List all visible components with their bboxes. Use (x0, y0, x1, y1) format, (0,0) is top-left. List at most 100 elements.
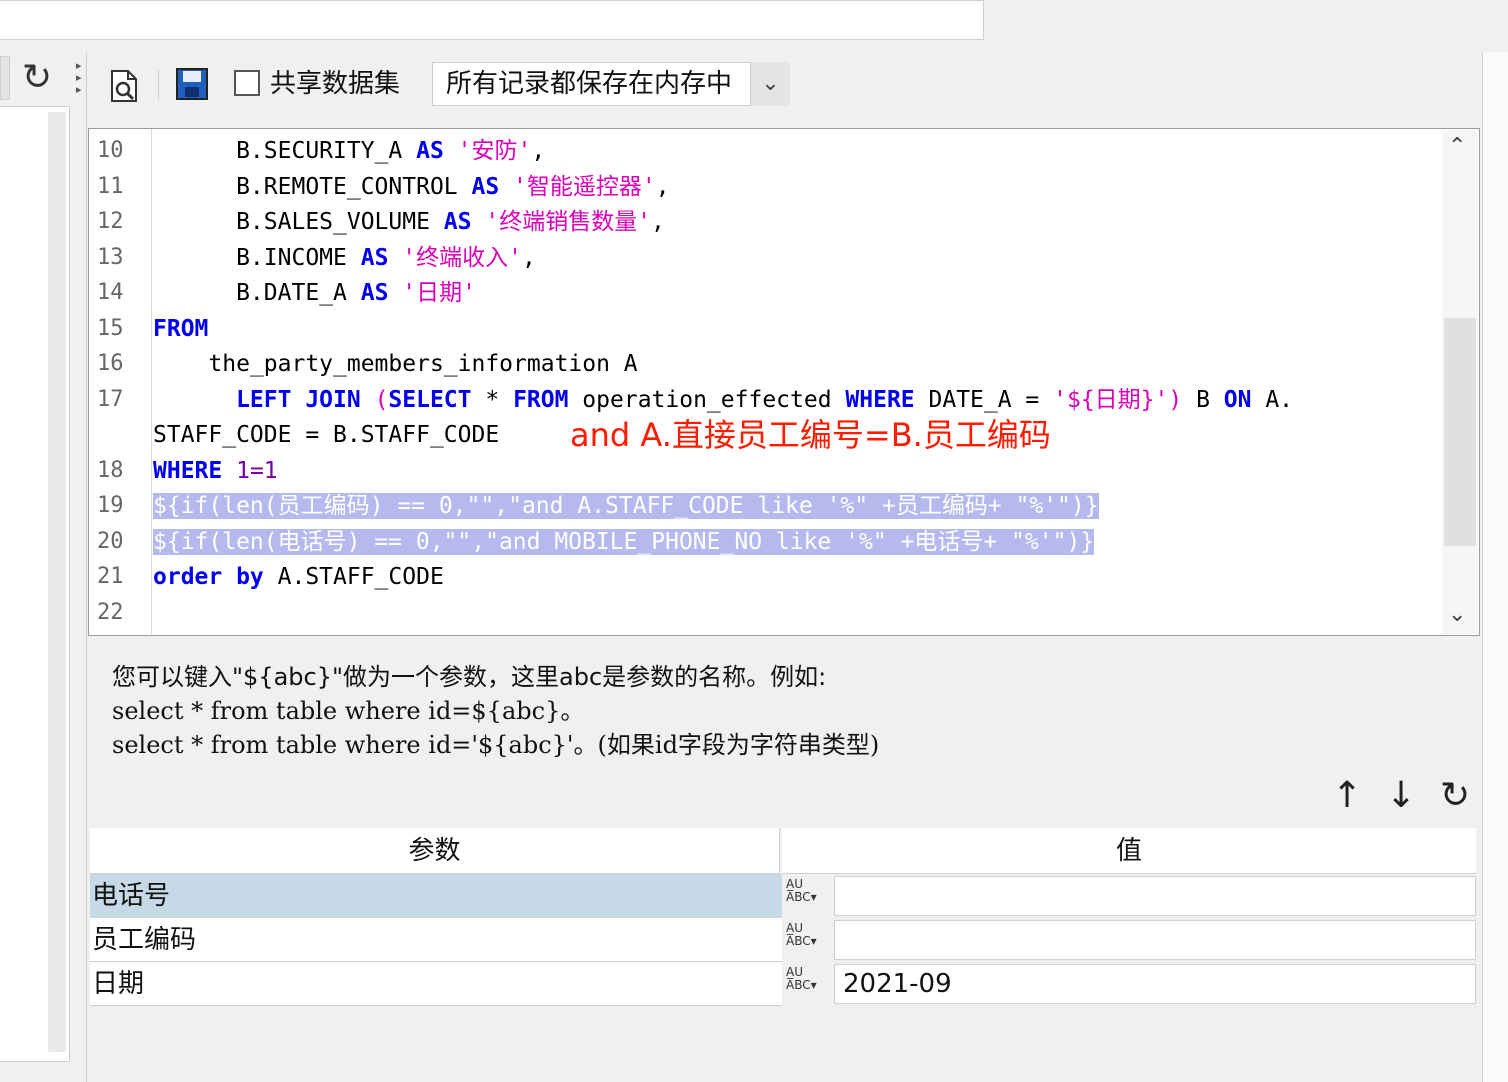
code-text: B (1182, 387, 1224, 413)
code-text: , (521, 245, 536, 271)
help-text-line: select * from table where id='${abc}'。(如… (112, 728, 879, 762)
code-line: STAFF_CODE = B.STAFF_CODE (153, 422, 500, 448)
code-string: '终端收入' (388, 245, 522, 271)
scroll-up-icon[interactable]: ⌃ (1448, 134, 1466, 159)
move-up-icon[interactable]: ↑ (1332, 776, 1362, 816)
type-icon-top: A̲U (786, 965, 803, 979)
type-selector-icon[interactable]: A̲U ABC▾ (784, 962, 832, 1006)
line-number: 14 (97, 280, 124, 305)
code-text: , (651, 209, 665, 235)
line-number: 17 (97, 387, 124, 412)
code-line: B.SALES_VOLUME AS '终端销售数量', (153, 204, 665, 240)
line-number: 18 (97, 458, 124, 483)
line-number: 22 (97, 600, 124, 625)
line-number: 20 (97, 529, 124, 554)
sql-editor[interactable]: 10 11 12 13 14 15 16 17 18 19 20 21 22 B… (88, 128, 1480, 636)
code-line: B.SECURITY_A AS '安防', (153, 133, 545, 169)
param-row-name[interactable]: 电话号 (90, 874, 782, 918)
save-icon[interactable] (174, 66, 210, 102)
share-dataset-label: 共享数据集 (270, 69, 401, 99)
code-string: '安防' (443, 138, 532, 164)
toolbar-grip-icon: ▸ ▸ ▸ (76, 59, 82, 96)
code-text: B.SALES_VOLUME (153, 209, 444, 235)
code-text: B.REMOTE_CONTROL (153, 174, 472, 200)
records-storage-value: 所有记录都保存在内存中 (446, 69, 733, 99)
refresh-icon[interactable]: ↻ (22, 58, 52, 98)
help-example: select * from table where id=${abc}。 (112, 697, 585, 725)
type-icon-bottom: ABC (786, 934, 811, 948)
scroll-down-icon[interactable]: ⌄ (1448, 602, 1466, 627)
code-line: the_party_members_information A (153, 351, 638, 377)
editor-scrollbar-thumb[interactable] (1444, 318, 1476, 546)
code-keyword: WHERE (153, 458, 223, 484)
code-keyword: FROM (153, 316, 209, 342)
code-line-selected: ${if(len(员工编码) == 0,"","and A.STAFF_CODE… (153, 488, 1099, 524)
code-line: WHERE 1=1 (153, 453, 278, 489)
code-keyword: AS (360, 280, 389, 306)
code-selection: ${if(len(电话号) == 0,"","and MOBILE_PHONE_… (153, 529, 1095, 555)
code-keyword: SELECT (388, 387, 472, 413)
code-keyword: ON (1223, 387, 1252, 413)
param-row-name[interactable]: 日期 (90, 962, 782, 1006)
code-line: FROM (153, 311, 208, 347)
type-selector-icon[interactable]: A̲U ABC▾ (784, 918, 832, 962)
code-keyword: order by (153, 564, 264, 590)
param-value-input[interactable] (834, 876, 1476, 916)
code-string: '日期' (388, 280, 476, 306)
preview-icon[interactable] (106, 68, 142, 112)
type-icon-bottom: ABC (786, 890, 811, 904)
code-keyword: AS (443, 209, 472, 235)
code-line: B.DATE_A AS '日期' (153, 275, 476, 311)
code-line: order by A.STAFF_CODE (153, 559, 444, 595)
chevron-down-icon[interactable]: ⌄ (750, 62, 790, 106)
param-row-name[interactable]: 员工编码 (90, 918, 782, 962)
share-dataset-checkbox[interactable] (234, 70, 260, 96)
code-keyword: AS (416, 138, 444, 164)
param-value-input[interactable] (834, 920, 1476, 960)
column-header-param[interactable]: 参数 (90, 828, 780, 874)
refresh-params-icon[interactable]: ↻ (1440, 776, 1470, 816)
code-text: , (531, 138, 546, 164)
code-line: B.INCOME AS '终端收入', (153, 240, 536, 276)
annotation-text: and A.直接员工编号=B.员工编码 (570, 416, 1051, 454)
code-text: B.INCOME (153, 245, 361, 271)
code-keyword: WHERE (845, 387, 915, 413)
param-value-input[interactable]: 2021-09 (834, 964, 1476, 1004)
code-text: * (471, 387, 514, 413)
code-text: A. (1251, 387, 1294, 413)
code-text: operation_effected (568, 387, 846, 413)
line-number-gutter: 10 11 12 13 14 15 16 17 18 19 20 21 22 (89, 129, 152, 635)
line-number: 11 (97, 174, 124, 199)
code-paren: ( (360, 387, 389, 413)
code-text: B.SECURITY_A (153, 138, 417, 164)
code-string: '${日期}') (1053, 387, 1183, 413)
type-icon-top: A̲U (786, 921, 803, 935)
code-keyword: AS (471, 174, 500, 200)
type-selector-icon[interactable]: A̲U ABC▾ (784, 874, 832, 918)
line-number: 15 (97, 316, 124, 341)
code-text: A.STAFF_CODE (263, 564, 444, 590)
code-keyword: LEFT JOIN (153, 387, 361, 413)
right-edge-panel (1482, 52, 1508, 1082)
left-tab[interactable] (0, 56, 10, 100)
help-text-line: 您可以键入"${abc}"做为一个参数，这里abc是参数的名称。例如: (112, 663, 827, 691)
line-number: 13 (97, 245, 124, 270)
code-selection: ${if(len(员工编码) == 0,"","and A.STAFF_CODE… (153, 493, 1099, 519)
help-text-line: select * from table where id=${abc}。 (112, 694, 584, 728)
help-example: select * from table where id='${abc}'。(如… (112, 731, 880, 759)
column-header-value[interactable]: 值 (782, 828, 1476, 874)
code-keyword: AS (360, 245, 389, 271)
type-icon-bottom: ABC (786, 978, 811, 992)
code-text: , (655, 174, 670, 200)
code-line-selected: ${if(len(电话号) == 0,"","and MOBILE_PHONE_… (153, 524, 1095, 560)
left-scrollbar[interactable] (48, 112, 66, 1052)
code-text: B.DATE_A (153, 280, 361, 306)
move-down-icon[interactable]: ↓ (1386, 776, 1416, 816)
toolbar-separator (158, 70, 159, 100)
code-text: DATE_A = (914, 387, 1054, 413)
line-number: 21 (97, 564, 124, 589)
top-input[interactable] (0, 0, 984, 40)
right-top-strip (1482, 0, 1508, 52)
code-number: 1=1 (222, 458, 278, 484)
type-icon-top: A̲U (786, 877, 803, 891)
